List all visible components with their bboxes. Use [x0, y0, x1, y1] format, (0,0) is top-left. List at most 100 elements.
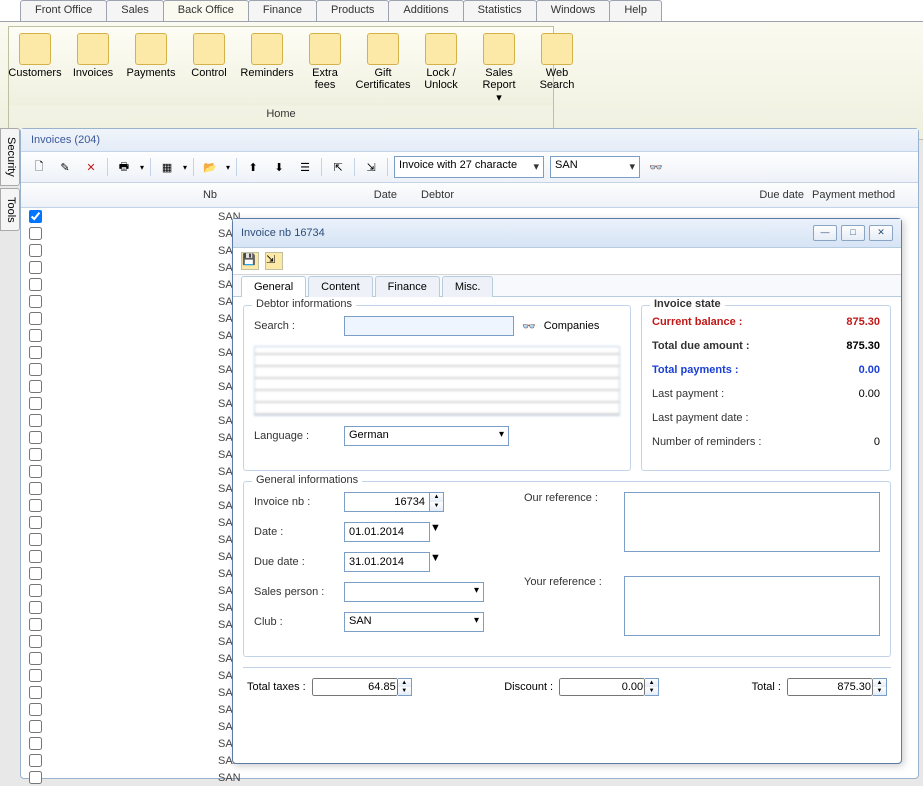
- ribbon-extra-fees[interactable]: Extra fees: [299, 31, 351, 106]
- row-checkbox[interactable]: [29, 567, 42, 580]
- col-due[interactable]: Due date: [617, 187, 808, 203]
- discount-spinner[interactable]: ▲▼: [559, 678, 659, 696]
- menu-tab-statistics[interactable]: Statistics: [463, 0, 537, 21]
- row-checkbox[interactable]: [29, 550, 42, 563]
- row-checkbox[interactable]: [29, 465, 42, 478]
- menu-tab-sales[interactable]: Sales: [106, 0, 164, 21]
- row-checkbox[interactable]: [29, 261, 42, 274]
- row-checkbox[interactable]: [29, 533, 42, 546]
- row-checkbox[interactable]: [29, 448, 42, 461]
- invoice-nb-spinner[interactable]: ▲▼: [344, 492, 444, 512]
- close-button[interactable]: ✕: [869, 225, 893, 241]
- total-input[interactable]: [787, 678, 873, 696]
- sort-asc-icon[interactable]: ⬆: [243, 157, 263, 177]
- total-spinner[interactable]: ▲▼: [787, 678, 887, 696]
- sales-person-combo[interactable]: [344, 582, 484, 602]
- row-checkbox[interactable]: [29, 346, 42, 359]
- row-checkbox[interactable]: [29, 635, 42, 648]
- row-checkbox[interactable]: [29, 278, 42, 291]
- club-combo[interactable]: SAN: [550, 156, 640, 178]
- row-checkbox[interactable]: [29, 669, 42, 682]
- club-combo[interactable]: SAN: [344, 612, 484, 632]
- col-pay[interactable]: Payment method: [808, 187, 918, 203]
- due-date-picker[interactable]: ▼: [344, 552, 448, 572]
- menu-tab-help[interactable]: Help: [609, 0, 662, 21]
- print-icon[interactable]: 🖶: [114, 157, 134, 177]
- row-checkbox[interactable]: [29, 737, 42, 750]
- invoice-nb-input[interactable]: [344, 492, 430, 512]
- col-debtor[interactable]: Debtor: [417, 187, 617, 203]
- row-checkbox[interactable]: [29, 329, 42, 342]
- row-checkbox[interactable]: [29, 414, 42, 427]
- row-checkbox[interactable]: [29, 771, 42, 784]
- sort-desc-icon[interactable]: ⬇: [269, 157, 289, 177]
- save-icon[interactable]: 💾: [241, 252, 259, 270]
- columns-icon[interactable]: ▦: [157, 157, 177, 177]
- exit-icon[interactable]: ⇲: [361, 157, 381, 177]
- ribbon-payments[interactable]: Payments: [125, 31, 177, 106]
- binoculars-icon[interactable]: 👓: [522, 320, 536, 333]
- tab-content[interactable]: Content: [308, 276, 373, 297]
- list-icon[interactable]: ☰: [295, 157, 315, 177]
- row-checkbox[interactable]: [29, 227, 42, 240]
- language-combo[interactable]: German: [344, 426, 509, 446]
- menu-tab-front-office[interactable]: Front Office: [20, 0, 107, 21]
- tab-misc[interactable]: Misc.: [442, 276, 494, 297]
- binoculars-icon[interactable]: 👓: [646, 157, 666, 177]
- menu-tab-finance[interactable]: Finance: [248, 0, 317, 21]
- ribbon-sales-report[interactable]: Sales Report ▾: [473, 31, 525, 106]
- total-taxes-input[interactable]: [312, 678, 398, 696]
- row-checkbox[interactable]: [29, 618, 42, 631]
- row-checkbox[interactable]: [29, 754, 42, 767]
- col-date[interactable]: Date: [237, 187, 417, 203]
- row-checkbox[interactable]: [29, 652, 42, 665]
- row-checkbox[interactable]: [29, 499, 42, 512]
- row-checkbox[interactable]: [29, 703, 42, 716]
- discount-input[interactable]: [559, 678, 645, 696]
- row-checkbox[interactable]: [29, 431, 42, 444]
- side-tab-security[interactable]: Security: [0, 128, 20, 186]
- ribbon-reminders[interactable]: Reminders: [241, 31, 293, 106]
- your-reference-textarea[interactable]: [624, 576, 880, 636]
- ribbon-customers[interactable]: Customers: [9, 31, 61, 106]
- row-checkbox[interactable]: [29, 482, 42, 495]
- date-picker[interactable]: ▼: [344, 522, 448, 542]
- maximize-button[interactable]: □: [841, 225, 865, 241]
- new-icon[interactable]: 🗋: [29, 157, 49, 177]
- row-checkbox[interactable]: [29, 380, 42, 393]
- row-checkbox[interactable]: [29, 295, 42, 308]
- search-input[interactable]: [344, 316, 514, 336]
- ribbon-lock-unlock[interactable]: Lock / Unlock: [415, 31, 467, 106]
- date-input[interactable]: [344, 522, 430, 542]
- row-checkbox[interactable]: [29, 720, 42, 733]
- delete-icon[interactable]: ✕: [81, 157, 101, 177]
- ribbon-control[interactable]: Control: [183, 31, 235, 106]
- ribbon-gift-certificates[interactable]: Gift Certificates: [357, 31, 409, 106]
- filter-combo[interactable]: Invoice with 27 characte: [394, 156, 544, 178]
- row-checkbox[interactable]: [29, 601, 42, 614]
- ribbon-web-search[interactable]: Web Search: [531, 31, 583, 106]
- total-taxes-spinner[interactable]: ▲▼: [312, 678, 412, 696]
- row-checkbox[interactable]: [29, 516, 42, 529]
- folder-icon[interactable]: 📂: [200, 157, 220, 177]
- menu-tab-products[interactable]: Products: [316, 0, 389, 21]
- table-row[interactable]: SAN: [21, 769, 918, 786]
- ribbon-invoices[interactable]: Invoices: [67, 31, 119, 106]
- companies-link[interactable]: Companies: [544, 320, 600, 332]
- export-icon[interactable]: ⇱: [328, 157, 348, 177]
- tab-finance[interactable]: Finance: [375, 276, 440, 297]
- dialog-title-bar[interactable]: Invoice nb 16734 — □ ✕: [233, 219, 901, 248]
- tab-general[interactable]: General: [241, 276, 306, 297]
- row-checkbox[interactable]: [29, 363, 42, 376]
- row-checkbox[interactable]: [29, 312, 42, 325]
- save-exit-icon[interactable]: ⇲: [265, 252, 283, 270]
- row-checkbox[interactable]: [29, 210, 42, 223]
- due-date-input[interactable]: [344, 552, 430, 572]
- menu-tab-back-office[interactable]: Back Office: [163, 0, 249, 21]
- row-checkbox[interactable]: [29, 686, 42, 699]
- our-reference-textarea[interactable]: [624, 492, 880, 552]
- minimize-button[interactable]: —: [813, 225, 837, 241]
- row-checkbox[interactable]: [29, 244, 42, 257]
- side-tab-tools[interactable]: Tools: [0, 188, 20, 232]
- row-checkbox[interactable]: [29, 397, 42, 410]
